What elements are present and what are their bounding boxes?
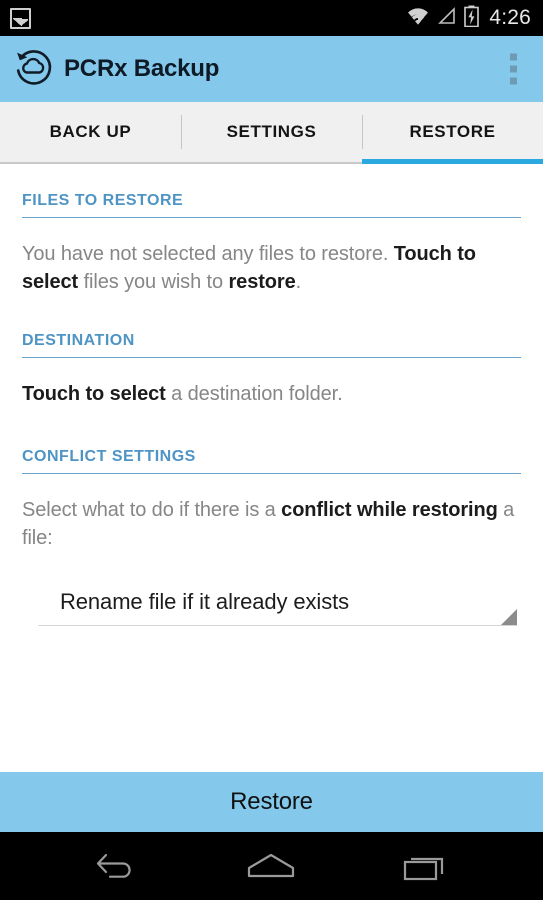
app-title: PCRx Backup bbox=[64, 55, 220, 82]
tab-bar: BACK UP SETTINGS RESTORE bbox=[0, 102, 543, 164]
section-files-to-restore: FILES TO RESTORE You have not selected a… bbox=[22, 164, 521, 296]
section-destination: DESTINATION Touch to select a destinatio… bbox=[22, 296, 521, 408]
files-text-emphasis-2: restore bbox=[228, 271, 296, 293]
destination-heading: DESTINATION bbox=[22, 332, 135, 349]
tab-settings-label: SETTINGS bbox=[226, 122, 317, 141]
tab-back-up-label: BACK UP bbox=[49, 122, 132, 141]
cloud-refresh-logo-icon bbox=[13, 47, 53, 92]
system-navigation-bar bbox=[0, 832, 543, 900]
back-arrow-icon[interactable] bbox=[77, 842, 157, 890]
conflict-action-spinner-value: Rename file if it already exists bbox=[60, 588, 350, 614]
conflict-settings-description: Select what to do if there is a conflict… bbox=[22, 474, 521, 552]
image-notification-icon bbox=[10, 7, 31, 29]
files-text-3: . bbox=[295, 271, 302, 293]
battery-charging-icon bbox=[464, 5, 480, 32]
tab-settings[interactable]: SETTINGS bbox=[181, 102, 362, 162]
files-text-1: You have not selected any files to resto… bbox=[22, 243, 394, 265]
home-icon[interactable] bbox=[231, 842, 311, 890]
overflow-menu-icon[interactable] bbox=[506, 50, 521, 89]
section-conflict-settings: CONFLICT SETTINGS Select what to do if t… bbox=[22, 408, 521, 626]
restore-tab-content: FILES TO RESTORE You have not selected a… bbox=[0, 164, 543, 772]
signal-icon bbox=[437, 6, 457, 31]
files-to-restore-description[interactable]: You have not selected any files to resto… bbox=[22, 218, 521, 296]
conflict-action-spinner[interactable]: Rename file if it already exists bbox=[38, 578, 517, 626]
destination-text-emphasis-1: Touch to select bbox=[22, 383, 166, 405]
status-bar-clock: 4:26 bbox=[489, 6, 531, 29]
files-to-restore-heading: FILES TO RESTORE bbox=[22, 192, 184, 209]
status-bar: 4:26 bbox=[0, 0, 543, 36]
tab-restore-label: RESTORE bbox=[409, 122, 496, 141]
tab-back-up[interactable]: BACK UP bbox=[0, 102, 181, 162]
destination-text-1: a destination folder. bbox=[165, 383, 343, 405]
restore-button-label: Restore bbox=[230, 788, 313, 815]
status-bar-notifications bbox=[10, 7, 31, 29]
app-brand: PCRx Backup bbox=[13, 47, 219, 92]
tab-restore[interactable]: RESTORE bbox=[362, 102, 543, 164]
files-text-2: files you wish to bbox=[78, 271, 229, 293]
restore-button[interactable]: Restore bbox=[0, 772, 543, 832]
conflict-text-1: Select what to do if there is a bbox=[22, 499, 282, 521]
recent-apps-icon[interactable] bbox=[386, 842, 466, 890]
conflict-settings-heading: CONFLICT SETTINGS bbox=[22, 448, 196, 465]
dropdown-triangle-icon bbox=[501, 609, 517, 625]
status-bar-system-icons: 4:26 bbox=[406, 5, 531, 32]
wifi-icon bbox=[406, 6, 430, 31]
destination-description[interactable]: Touch to select a destination folder. bbox=[22, 358, 521, 408]
phone-screen: 4:26 PCRx Backup BACK UP SETTINGS RESTOR… bbox=[0, 0, 543, 900]
conflict-text-emphasis-1: conflict while restoring bbox=[281, 499, 498, 521]
app-bar: PCRx Backup bbox=[0, 36, 543, 102]
